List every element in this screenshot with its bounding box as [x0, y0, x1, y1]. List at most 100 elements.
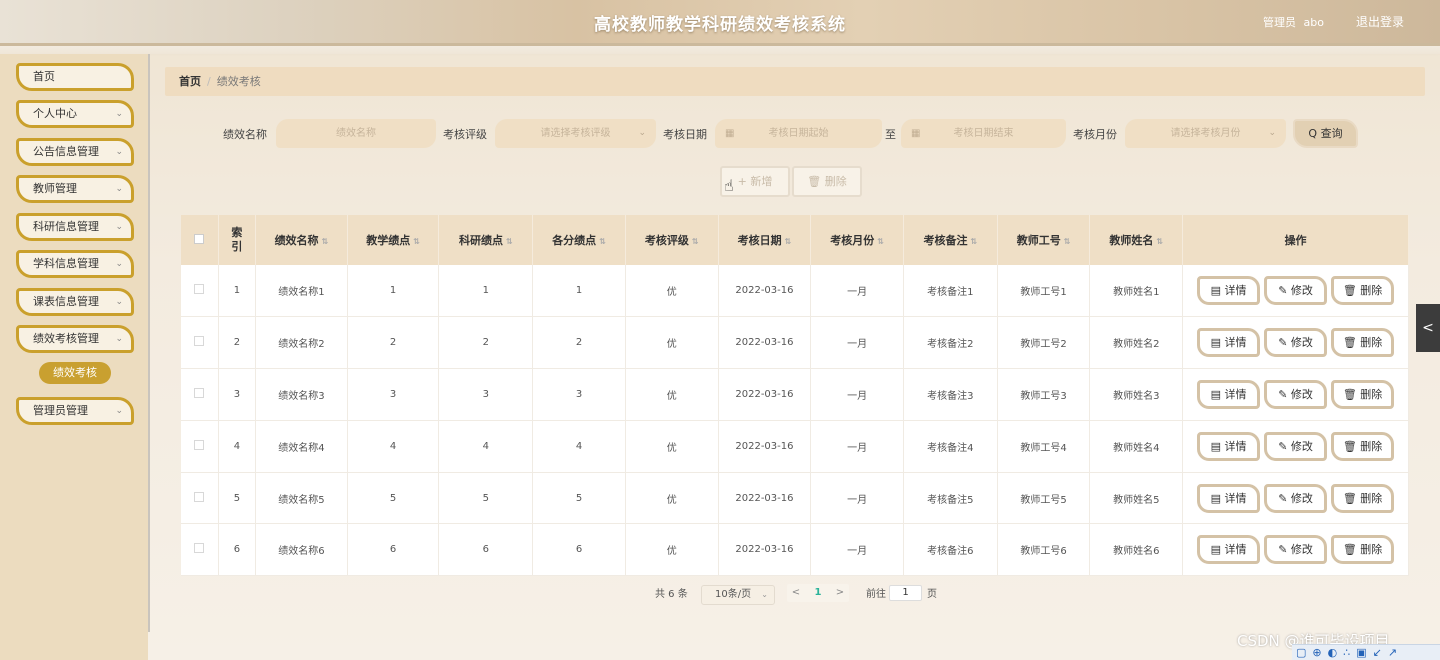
- sort-icon[interactable]: ⇅: [322, 237, 329, 246]
- user-role: 管理员: [1263, 16, 1297, 29]
- detail-button[interactable]: ▤ 详情: [1197, 328, 1261, 358]
- row-checkbox[interactable]: [194, 491, 205, 502]
- side-panel-toggle[interactable]: <: [1416, 304, 1440, 352]
- chevron-down-icon: ⌄: [761, 590, 768, 599]
- month-select[interactable]: 请选择考核月份 ⌄: [1125, 119, 1286, 148]
- row-actions: ▤ 详情 ✎ 修改 🗑 删除: [1182, 472, 1409, 525]
- sidebar-item-7[interactable]: 绩效考核管理 ⌄: [16, 325, 134, 353]
- column-header[interactable]: 科研绩点 ⇅: [438, 215, 534, 265]
- sidebar-item-0[interactable]: 首页: [16, 63, 134, 91]
- column-header-label: 绩效名称: [274, 234, 319, 247]
- prev-page-button[interactable]: <: [786, 585, 806, 601]
- floating-toolbar: ▢⊕◐∴▣↙↗: [1292, 644, 1440, 660]
- cell-sub: 4: [532, 420, 626, 473]
- edit-button[interactable]: ✎ 修改: [1264, 328, 1328, 358]
- row-actions: ▤ 详情 ✎ 修改 🗑 删除: [1182, 420, 1409, 473]
- cell-month: 一月: [810, 420, 904, 473]
- sidebar-item-3[interactable]: 教师管理 ⌄: [16, 175, 134, 203]
- sidebar-item-5[interactable]: 学科信息管理 ⌄: [16, 250, 134, 278]
- delete-button[interactable]: 🗑 删除: [1331, 483, 1395, 513]
- row-select-cell: [181, 472, 219, 525]
- sidebar-item-6[interactable]: 课表信息管理 ⌄: [16, 288, 134, 316]
- sort-icon[interactable]: ⇅: [1156, 237, 1163, 246]
- cell-research: 2: [438, 316, 534, 370]
- row-checkbox[interactable]: [194, 543, 205, 554]
- sidebar-item-label: 学科信息管理: [33, 257, 99, 270]
- column-header[interactable]: 教师工号 ⇅: [997, 215, 1091, 265]
- sidebar-item-8[interactable]: 管理员管理 ⌄: [16, 397, 134, 425]
- chevron-down-icon: ⌄: [1268, 128, 1276, 138]
- detail-button[interactable]: ▤ 详情: [1197, 431, 1261, 461]
- column-header[interactable]: 绩效名称 ⇅: [255, 215, 348, 265]
- row-checkbox[interactable]: [194, 336, 205, 347]
- page-size-select[interactable]: 10条/页 ⌄: [701, 585, 775, 605]
- sort-icon[interactable]: ⇅: [1064, 237, 1071, 246]
- detail-button[interactable]: ▤ 详情: [1197, 379, 1261, 409]
- column-header[interactable]: 考核日期 ⇅: [718, 215, 812, 265]
- date-end-input[interactable]: ▦ 考核日期结束: [901, 119, 1066, 148]
- sort-icon[interactable]: ⇅: [785, 237, 792, 246]
- cell-research: 6: [438, 523, 534, 577]
- cell-name: 绩效名称4: [255, 420, 348, 473]
- date-label: 考核日期: [663, 128, 707, 141]
- column-header[interactable]: 考核备注 ⇅: [903, 215, 998, 265]
- column-header[interactable]: 考核月份 ⇅: [810, 215, 904, 265]
- delete-button[interactable]: 🗑 删除: [1331, 276, 1395, 306]
- sort-icon[interactable]: ⇅: [413, 237, 420, 246]
- row-checkbox[interactable]: [194, 387, 205, 398]
- sidebar-subitem-performance[interactable]: 绩效考核: [39, 362, 111, 384]
- row-checkbox[interactable]: [194, 439, 205, 450]
- column-header-label: 教师姓名: [1109, 234, 1154, 247]
- calendar-icon: ▦: [725, 128, 735, 139]
- edit-button[interactable]: ✎ 修改: [1264, 379, 1328, 409]
- sort-icon[interactable]: ⇅: [877, 237, 884, 246]
- delete-button[interactable]: 🗑 删除: [1331, 328, 1395, 358]
- detail-button[interactable]: ▤ 详情: [1197, 276, 1261, 306]
- sidebar-item-4[interactable]: 科研信息管理 ⌄: [16, 213, 134, 241]
- column-header-label: 科研绩点: [458, 234, 503, 247]
- grade-select[interactable]: 请选择考核评级 ⌄: [495, 119, 656, 148]
- delete-button[interactable]: 🗑 删除: [1331, 379, 1395, 409]
- edit-button[interactable]: ✎ 修改: [1264, 431, 1328, 461]
- row-checkbox[interactable]: [194, 284, 205, 295]
- row-select-cell: [181, 523, 219, 577]
- cell-index: 3: [218, 368, 257, 421]
- sort-icon[interactable]: ⇅: [971, 237, 978, 246]
- next-page-button[interactable]: >: [830, 585, 850, 601]
- delete-button[interactable]: 🗑 删除: [1331, 431, 1395, 461]
- edit-button[interactable]: ✎ 修改: [1264, 483, 1328, 513]
- delete-button[interactable]: 🗑 删除: [1331, 535, 1395, 565]
- breadcrumb-separator: /: [207, 75, 211, 88]
- detail-button[interactable]: ▤ 详情: [1197, 483, 1261, 513]
- cell-grade: 优: [625, 265, 719, 318]
- column-header-label: 考核备注: [923, 234, 968, 247]
- page-number-1[interactable]: 1: [810, 585, 826, 601]
- sidebar-item-2[interactable]: 公告信息管理 ⌄: [16, 138, 134, 166]
- row-actions: ▤ 详情 ✎ 修改 🗑 删除: [1182, 523, 1409, 577]
- total-count: 共 6 条: [655, 589, 688, 600]
- sort-icon[interactable]: ⇅: [692, 237, 699, 246]
- column-header[interactable]: 各分绩点 ⇅: [532, 215, 626, 265]
- logout-link[interactable]: 退出登录: [1356, 13, 1404, 30]
- query-button[interactable]: Q 查询: [1293, 119, 1358, 148]
- sort-icon[interactable]: ⇅: [506, 237, 513, 246]
- edit-button[interactable]: ✎ 修改: [1264, 276, 1328, 306]
- sort-icon[interactable]: ⇅: [599, 237, 606, 246]
- cell-sub: 6: [532, 523, 626, 577]
- name-input[interactable]: 绩效名称: [276, 119, 436, 148]
- breadcrumb-home[interactable]: 首页: [179, 75, 201, 88]
- date-start-input[interactable]: ▦ 考核日期起始: [715, 119, 882, 148]
- goto-page-input[interactable]: 1: [889, 585, 922, 601]
- column-header[interactable]: 教师姓名 ⇅: [1089, 215, 1184, 265]
- user-name: abo: [1303, 16, 1324, 29]
- date-range-separator: 至: [885, 128, 896, 141]
- detail-button[interactable]: ▤ 详情: [1197, 535, 1261, 565]
- cell-research: 1: [438, 265, 534, 318]
- sidebar-item-1[interactable]: 个人中心 ⌄: [16, 100, 134, 128]
- select-all-checkbox[interactable]: [194, 233, 205, 244]
- bulk-delete-button[interactable]: 🗑 删除: [792, 166, 862, 197]
- edit-button[interactable]: ✎ 修改: [1264, 535, 1328, 565]
- column-header[interactable]: 考核评级 ⇅: [625, 215, 719, 265]
- column-header[interactable]: 教学绩点 ⇅: [347, 215, 440, 265]
- row-select-cell: [181, 316, 219, 370]
